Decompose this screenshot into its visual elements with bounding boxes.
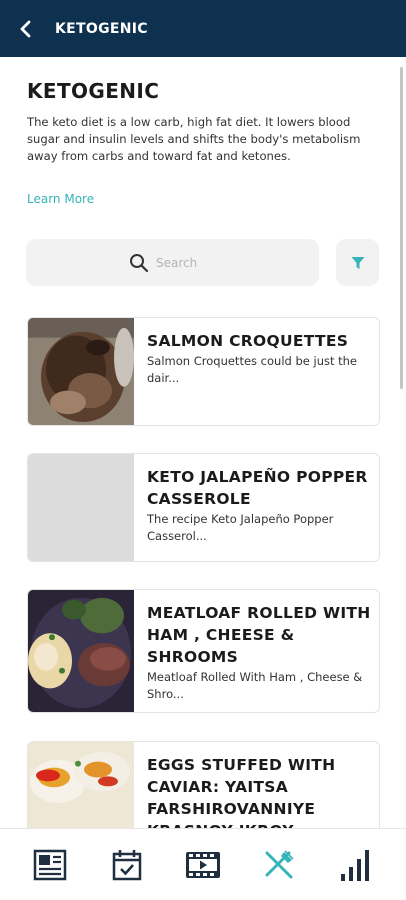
learn-more-link[interactable]: Learn More: [27, 192, 94, 206]
bar-chart-icon: [340, 849, 369, 881]
newspaper-icon: [33, 849, 67, 880]
recipe-description: The recipe Keto Jalapeño Popper Casserol…: [147, 512, 334, 543]
film-icon: [185, 851, 220, 878]
recipe-image: [28, 742, 134, 828]
nav-planner[interactable]: [103, 841, 151, 889]
top-app-bar: KETOGENIC: [0, 0, 406, 57]
recipe-card[interactable]: MEATLOAF ROLLED WITH HAM , CHEESE & SHRO…: [27, 589, 380, 713]
recipe-title: EGGS STUFFED WITH CAVIAR: YAITSA FARSHIR…: [147, 756, 336, 828]
recipe-image: [28, 318, 134, 425]
search-input[interactable]: [156, 255, 216, 270]
chevron-left-icon: [20, 20, 31, 37]
nav-recipes[interactable]: [255, 841, 303, 889]
filter-button[interactable]: [336, 239, 379, 286]
calendar-check-icon: [112, 849, 141, 880]
recipe-title: KETO JALAPEÑO POPPER CASSEROLE: [147, 468, 368, 508]
diet-description: The keto diet is a low carb, high fat di…: [27, 115, 361, 163]
search-bar[interactable]: [26, 239, 319, 286]
recipe-image: [28, 590, 134, 712]
recipe-title: SALMON CROQUETTES: [147, 332, 349, 350]
filter-icon: [351, 256, 364, 269]
nav-videos[interactable]: [179, 841, 227, 889]
recipe-description: Meatloaf Rolled With Ham , Cheese & Shro…: [147, 670, 363, 701]
recipe-card[interactable]: EGGS STUFFED WITH CAVIAR: YAITSA FARSHIR…: [27, 741, 380, 828]
page-title: KETOGENIC: [27, 79, 160, 103]
back-button[interactable]: [0, 0, 52, 57]
recipe-title: MEATLOAF ROLLED WITH HAM , CHEESE & SHRO…: [147, 604, 371, 666]
scrollbar[interactable]: [400, 67, 403, 389]
fork-knife-icon: [265, 849, 294, 878]
bottom-navigation: [0, 828, 406, 900]
search-icon: [130, 253, 149, 272]
recipe-image-placeholder: [28, 454, 134, 561]
recipe-card[interactable]: KETO JALAPEÑO POPPER CASSEROLE The recip…: [27, 453, 380, 562]
header-title: KETOGENIC: [55, 20, 148, 37]
recipe-description: Salmon Croquettes could be just the dair…: [147, 354, 358, 385]
main-content: KETOGENIC The keto diet is a low carb, h…: [0, 57, 406, 828]
recipe-card[interactable]: SALMON CROQUETTES Salmon Croquettes coul…: [27, 317, 380, 426]
nav-articles[interactable]: [26, 841, 74, 889]
nav-stats[interactable]: [332, 841, 380, 889]
